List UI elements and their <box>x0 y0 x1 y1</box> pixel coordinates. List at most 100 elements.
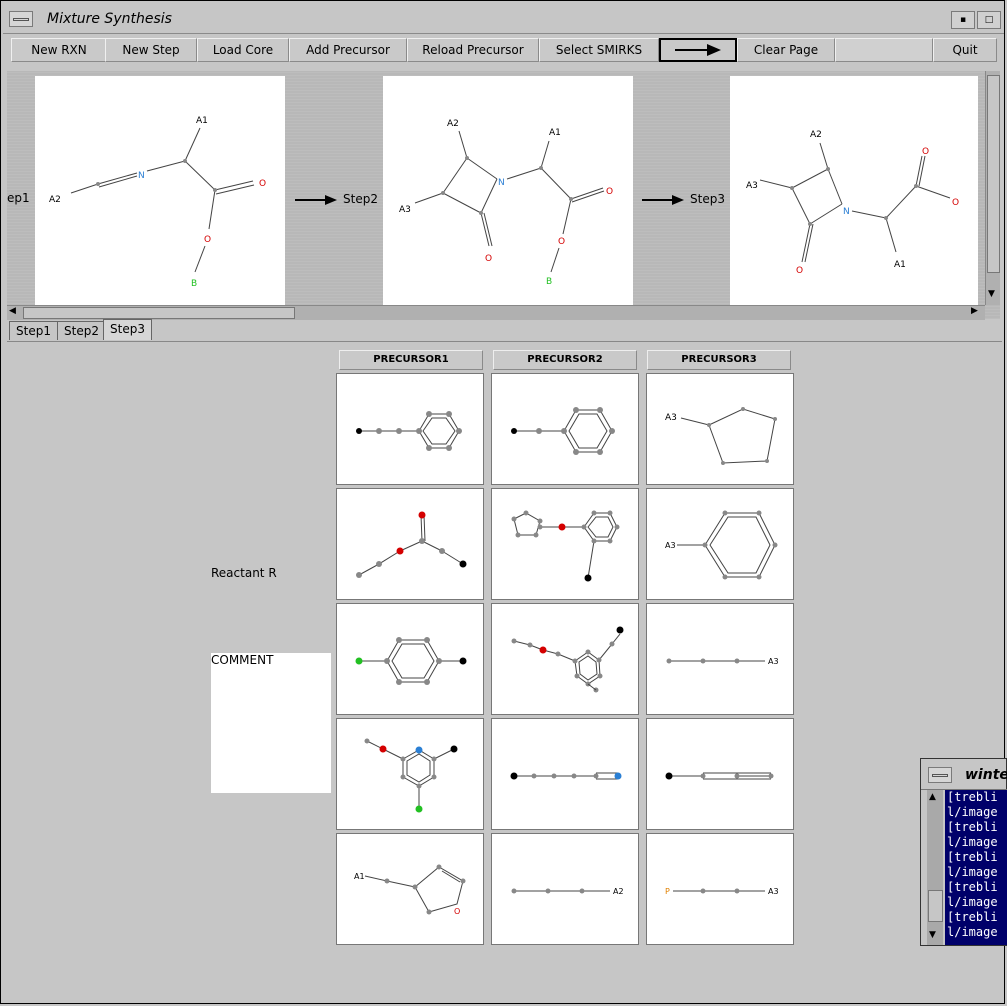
maximize-icon[interactable]: □ <box>977 11 1001 29</box>
toolbar: New RXN New Step Load Core Add Precursor… <box>7 35 1002 67</box>
precursor-cell[interactable]: A3 <box>646 488 794 600</box>
structure-step1: A1 A2 N O O B <box>49 116 266 289</box>
scroll-down-icon[interactable]: ▼ <box>929 930 936 940</box>
precursor2-header[interactable]: PRECURSOR2 <box>493 350 637 370</box>
window-menu-icon[interactable] <box>928 767 952 783</box>
log-line: [trebli <box>947 850 998 864</box>
log-window[interactable]: winter ▲ ▼ [trebli l/image [trebli l/ima… <box>920 758 1007 946</box>
atom-A2: A2 <box>810 130 822 140</box>
precursor-cell[interactable]: P A3 <box>646 833 794 945</box>
precursor-cell[interactable]: A3 <box>646 373 794 485</box>
log-line: l/image <box>947 835 998 849</box>
atom-O: O <box>952 198 959 208</box>
scroll-thumb[interactable] <box>987 75 1000 273</box>
load-core-button[interactable]: Load Core <box>197 38 289 62</box>
scroll-thumb[interactable] <box>928 890 943 922</box>
molecule-drawing <box>511 626 624 693</box>
atom-A1: A1 <box>894 260 906 270</box>
scroll-right-icon[interactable]: ▶ <box>971 306 978 316</box>
atom-label: A3 <box>768 887 779 896</box>
atom-O: O <box>606 187 613 197</box>
title-bar: Mixture Synthesis ▪ □ <box>3 3 1004 34</box>
tab-step3[interactable]: Step3 <box>103 319 152 340</box>
log-line: [trebli <box>947 820 998 834</box>
step-label-3: Step3 <box>690 192 725 206</box>
log-line: l/image <box>947 805 998 819</box>
precursor-cell[interactable]: A2 <box>491 833 639 945</box>
atom-N: N <box>843 207 850 217</box>
tab-step2[interactable]: Step2 <box>57 321 106 340</box>
precursor-cell[interactable] <box>491 488 639 600</box>
tab-step1[interactable]: Step1 <box>9 321 58 340</box>
window-title: Mixture Synthesis <box>47 11 172 27</box>
atom-O: O <box>796 266 803 276</box>
window-menu-icon[interactable] <box>9 11 33 27</box>
add-precursor-button[interactable]: Add Precursor <box>289 38 407 62</box>
atom-label: A2 <box>613 887 624 896</box>
precursor-cell[interactable] <box>491 603 639 715</box>
atom-O: O <box>259 179 266 189</box>
molecule-drawing: A3 <box>665 510 778 580</box>
atom-O: O <box>558 237 565 247</box>
precursor3-header[interactable]: PRECURSOR3 <box>647 350 791 370</box>
structure-step2: A2 A1 A3 N O O O B <box>399 119 613 287</box>
scroll-up-icon[interactable]: ▲ <box>929 792 936 802</box>
scroll-down-icon[interactable]: ▼ <box>988 289 995 299</box>
scroll-left-icon[interactable]: ◀ <box>9 306 16 316</box>
molecule-drawing <box>511 407 615 455</box>
comment-field[interactable] <box>211 653 331 793</box>
minimize-icon[interactable]: ▪ <box>951 11 975 29</box>
horizontal-scrollbar[interactable]: ◀ ▶ <box>7 305 985 320</box>
atom-B: B <box>546 277 552 287</box>
log-line: [trebli <box>947 790 998 804</box>
precursor1-header[interactable]: PRECURSOR1 <box>339 350 483 370</box>
atom-A2: A2 <box>447 119 459 129</box>
atom-A3: A3 <box>399 205 411 215</box>
new-step-button[interactable]: New Step <box>105 38 197 62</box>
reactant-label: Reactant R <box>211 566 277 580</box>
precursor-cell[interactable]: A3 <box>646 603 794 715</box>
right-arrow-icon <box>675 44 721 56</box>
reaction-panel-step1: A1 A2 N O O B <box>35 76 285 306</box>
atom-A2: A2 <box>49 195 61 205</box>
precursor-cell[interactable] <box>336 603 484 715</box>
atom-O: O <box>485 254 492 264</box>
precursor-cell[interactable] <box>491 373 639 485</box>
log-output: [trebli l/image [trebli l/image [trebli … <box>945 790 1007 945</box>
log-scrollbar[interactable]: ▲ ▼ <box>927 790 943 945</box>
select-smirks-button[interactable]: Select SMIRKS <box>539 38 659 62</box>
log-window-titlebar[interactable]: winter <box>921 759 1007 790</box>
molecule-drawing: A1 O <box>354 864 466 916</box>
atom-A1: A1 <box>196 116 208 126</box>
precursor-cell[interactable] <box>646 718 794 830</box>
molecule-drawing: A3 <box>665 407 777 465</box>
precursor-cell[interactable]: A1 O <box>336 833 484 945</box>
scroll-thumb[interactable] <box>23 307 295 319</box>
atom-A3: A3 <box>746 181 758 191</box>
precursor-cell[interactable] <box>491 718 639 830</box>
reaction-arrow-icon <box>295 195 337 205</box>
molecule-drawing <box>356 411 462 451</box>
precursor-cell[interactable] <box>336 488 484 600</box>
precursor-cell[interactable] <box>336 718 484 830</box>
step-label-2: Step2 <box>343 192 378 206</box>
comment-label: COMMENT <box>211 653 274 667</box>
reload-precursor-button[interactable]: Reload Precursor <box>407 38 539 62</box>
log-line: [trebli <box>947 910 998 924</box>
atom-label: P <box>665 887 670 896</box>
run-arrow-button[interactable] <box>659 38 737 62</box>
precursor-cell[interactable] <box>336 373 484 485</box>
clear-page-button[interactable]: Clear Page <box>737 38 835 62</box>
log-line: l/image <box>947 925 998 939</box>
quit-button[interactable]: Quit <box>933 38 997 62</box>
new-rxn-button[interactable]: New RXN <box>11 38 107 62</box>
atom-B: B <box>191 279 197 289</box>
molecule-drawing <box>364 738 458 813</box>
vertical-scrollbar[interactable]: ▼ <box>985 71 1000 305</box>
structure-step3: A2 A3 N O O O A1 <box>746 130 959 276</box>
molecule-drawing: A3 <box>666 657 779 666</box>
atom-A1: A1 <box>549 128 561 138</box>
reaction-canvas: ep1 A1 A2 N O O B Step2 A2 A1 A3 N O O O… <box>7 71 1000 319</box>
atom-label: A3 <box>665 413 677 423</box>
atom-N: N <box>138 171 145 181</box>
